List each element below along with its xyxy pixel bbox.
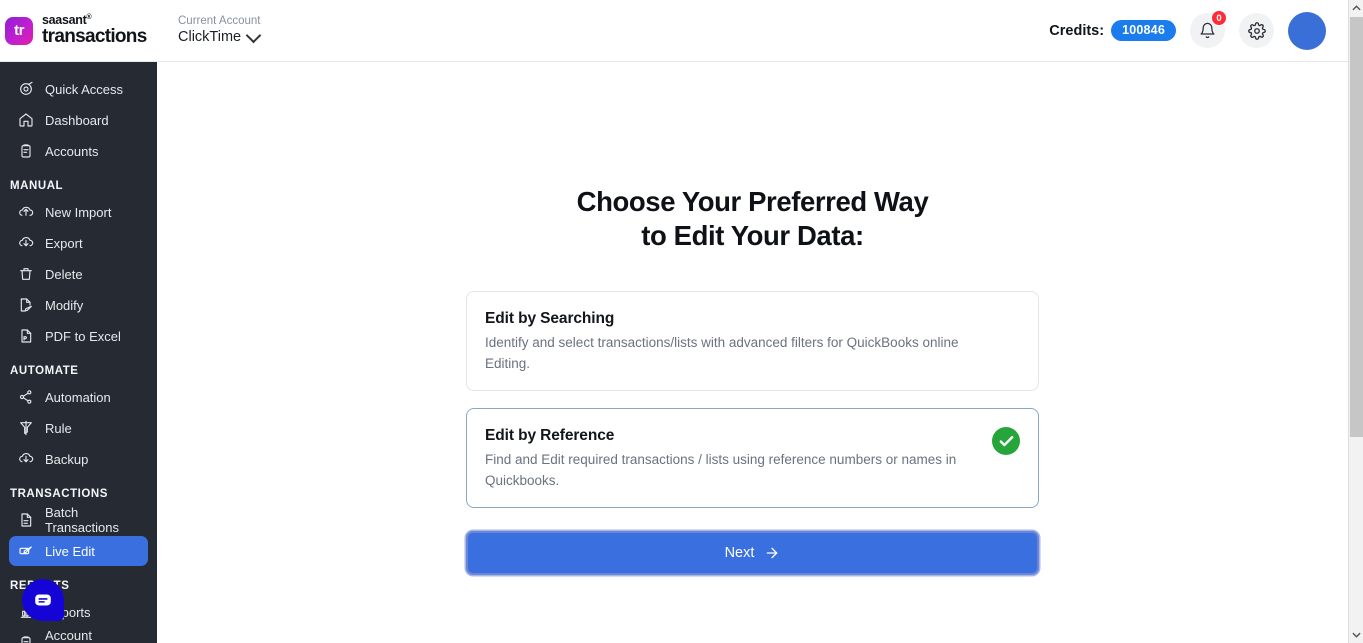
- chat-bubble-icon: [35, 594, 51, 606]
- sidebar-item-quick-access[interactable]: Quick Access: [9, 74, 148, 104]
- download-cloud-icon: [18, 235, 34, 251]
- current-account-name: ClickTime: [178, 29, 242, 46]
- brand-text: saasant® transactions: [42, 14, 147, 48]
- option-title: Edit by Reference: [485, 427, 615, 445]
- brand-logo[interactable]: tr saasant® transactions: [0, 14, 170, 48]
- home-icon: [18, 112, 34, 128]
- sidebar-item-label: Live Edit: [45, 543, 95, 559]
- notification-count-badge: 0: [1211, 10, 1227, 26]
- current-account-label: Current Account: [178, 15, 261, 28]
- sidebar-section-automate: AUTOMATE: [10, 365, 79, 377]
- option-description: Identify and select transactions/lists w…: [485, 335, 959, 371]
- next-button-label: Next: [724, 545, 755, 562]
- page-title-line2: to Edit Your Data:: [641, 219, 864, 251]
- funnel-icon: [18, 420, 34, 436]
- scroll-down-arrow-icon[interactable]: [1349, 626, 1363, 643]
- sidebar-item-label: Rule: [45, 420, 72, 436]
- app-root: tr saasant® transactions Current Account…: [0, 0, 1363, 643]
- sidebar-item-label: Backup: [45, 451, 89, 467]
- credits-label: Credits:: [1049, 22, 1105, 39]
- brand-name-bottom: transactions: [42, 26, 147, 48]
- chat-widget-button[interactable]: [22, 579, 64, 621]
- sidebar-item-label: PDF to Excel: [45, 328, 121, 344]
- sidebar-item-batch-transactions[interactable]: Batch Transactions: [9, 505, 148, 535]
- document-icon: [18, 512, 34, 528]
- page-title-line1: Choose Your Preferred Way: [576, 186, 929, 217]
- pdf-file-icon: [18, 328, 34, 344]
- download-cloud-icon: [18, 451, 34, 467]
- checkmark-glyph: [999, 435, 1013, 446]
- sidebar-item-modify[interactable]: Modify: [9, 290, 148, 320]
- credits-value-badge[interactable]: 100846: [1111, 20, 1176, 41]
- file-edit-icon: [18, 297, 34, 313]
- sidebar-item-label: Automation: [45, 389, 111, 405]
- selected-check-icon: [992, 427, 1020, 456]
- chevron-up-glyph: [1351, 5, 1361, 11]
- sidebar-section-transactions: TRANSACTIONS: [10, 488, 108, 500]
- arrow-right-icon: [767, 547, 778, 559]
- clipboard-icon: [18, 635, 34, 643]
- current-account-row[interactable]: ClickTime: [178, 27, 262, 46]
- saasant-logo-icon: tr: [5, 16, 33, 45]
- current-account-selector[interactable]: Current Account ClickTime: [178, 15, 262, 46]
- logo-initials: tr: [14, 22, 24, 39]
- sidebar-item-label: Delete: [45, 266, 83, 282]
- user-avatar[interactable]: [1288, 11, 1326, 50]
- sidebar-item-backup[interactable]: Backup: [9, 444, 148, 474]
- sidebar-item-label: Batch Transactions: [45, 505, 119, 535]
- page-scrollbar[interactable]: [1348, 0, 1363, 643]
- sidebar-item-pdf-to-excel[interactable]: PDF to Excel: [9, 321, 148, 351]
- chevron-down-glyph: [1352, 632, 1361, 638]
- sidebar-item-account-summary[interactable]: Account Summary: [9, 628, 148, 643]
- sidebar-item-label: Export: [45, 235, 83, 251]
- sidebar-nav: Quick Access Dashboard Accounts MANUAL New I…: [0, 62, 157, 643]
- top-header: tr saasant® transactions Current Account…: [0, 0, 1348, 62]
- scroll-up-arrow-icon[interactable]: [1349, 0, 1363, 17]
- scrollbar-thumb[interactable]: [1350, 17, 1363, 437]
- sidebar-item-automation[interactable]: Automation: [9, 382, 148, 412]
- header-actions: Credits: 100846 0: [1049, 10, 1348, 50]
- sidebar-item-new-import[interactable]: New Import: [9, 197, 148, 227]
- pen-edit-icon: [18, 543, 34, 559]
- sidebar-item-accounts[interactable]: Accounts: [9, 136, 148, 166]
- next-button[interactable]: Next: [466, 531, 1039, 576]
- chevron-down-icon[interactable]: [245, 27, 262, 43]
- credits-display: Credits: 100846: [1049, 20, 1176, 41]
- target-icon: [18, 81, 34, 97]
- upload-cloud-icon: [18, 204, 34, 220]
- sidebar-item-dashboard[interactable]: Dashboard: [9, 105, 148, 135]
- sidebar-section-manual: MANUAL: [10, 180, 64, 192]
- sidebar-item-export[interactable]: Export: [9, 228, 148, 258]
- notifications-button[interactable]: 0: [1190, 10, 1227, 48]
- sidebar-item-live-edit[interactable]: Live Edit: [9, 536, 148, 566]
- settings-button[interactable]: [1239, 13, 1274, 48]
- sidebar-item-label: New Import: [45, 204, 112, 220]
- sidebar-item-delete[interactable]: Delete: [9, 259, 148, 289]
- main-content: Choose Your Preferred Way to Edit Your D…: [157, 62, 1348, 643]
- sidebar-item-label: Quick Access: [45, 81, 124, 97]
- trash-icon: [18, 266, 34, 282]
- sidebar-item-label: Accounts: [45, 143, 99, 159]
- clipboard-icon: [18, 143, 34, 159]
- option-title: Edit by Searching: [485, 310, 615, 328]
- edit-mode-options: Edit by Searching Identify and select tr…: [466, 291, 1039, 509]
- sidebar-item-label: Modify: [45, 297, 84, 313]
- option-card-edit-by-searching[interactable]: Edit by Searching Identify and select tr…: [466, 291, 1039, 392]
- share-nodes-icon: [18, 389, 34, 405]
- page-title: Choose Your Preferred Way to Edit Your D…: [157, 185, 1348, 252]
- sidebar-item-rule[interactable]: Rule: [9, 413, 148, 443]
- sidebar-item-label: Account Summary: [45, 628, 92, 643]
- gear-icon: [1247, 21, 1266, 40]
- sidebar-item-label: Dashboard: [45, 112, 109, 128]
- option-card-edit-by-reference[interactable]: Edit by Reference Find and Edit required…: [466, 408, 1039, 509]
- option-description: Find and Edit required transactions / li…: [485, 452, 957, 488]
